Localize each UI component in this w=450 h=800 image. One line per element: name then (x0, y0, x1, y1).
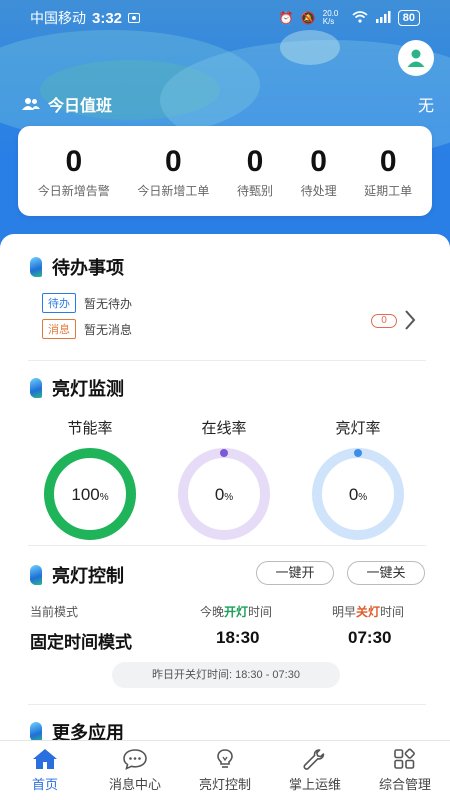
gauge-light-rate[interactable]: 亮灯率 0% (308, 417, 408, 542)
gauge-online-rate[interactable]: 在线率 0% (174, 417, 274, 542)
todo-count-badge: 0 (371, 314, 397, 328)
section-title-text: 亮灯控制 (52, 566, 124, 586)
stat-label: 待甄别 (236, 183, 273, 198)
stat-value: 0 (65, 144, 83, 178)
gauge-ring: 0% (178, 448, 270, 540)
gauge-unit: % (358, 492, 367, 503)
svg-text:100%: 100% (71, 485, 108, 504)
all-on-button[interactable]: 一键开 (256, 561, 334, 585)
yesterday-schedule: 昨日开关灯时间: 18:30 - 07:30 (112, 662, 340, 688)
gauge-ring: 100% (44, 448, 136, 540)
battery-indicator: 80 (397, 10, 420, 26)
leaf-icon (30, 378, 42, 398)
stat-label: 今日新增工单 (137, 183, 210, 198)
alarm-icon: ⏰ (278, 11, 294, 25)
todo-item-message[interactable]: 消息 暂无消息 (42, 319, 132, 339)
user-avatar-button[interactable] (398, 40, 434, 76)
gauge-unit: % (100, 492, 109, 503)
status-bar: 中国移动 3:32 ⏰ 🔕 20.0 K/s 80 (0, 0, 450, 36)
gauge-label: 节能率 (67, 420, 113, 437)
chat-icon (123, 749, 147, 770)
tab-management[interactable]: 综合管理 (360, 741, 450, 800)
bottom-tab-bar: 首页 消息中心 亮灯控制 掌上运维 综合管理 (0, 740, 450, 800)
people-icon (22, 98, 40, 110)
todo-item-pending[interactable]: 待办 暂无待办 (42, 293, 132, 313)
wifi-icon (352, 10, 368, 26)
current-mode-label: 当前模式 (30, 605, 79, 619)
tab-label: 综合管理 (378, 777, 431, 792)
current-mode-value: 固定时间模式 (30, 633, 132, 652)
morning-off-label: 明早关灯时间 (332, 605, 405, 619)
grid-icon (394, 748, 415, 769)
stat-new-alarms[interactable]: 0 今日新增告警 (38, 144, 110, 199)
tab-maintenance[interactable]: 掌上运维 (270, 741, 360, 800)
monitor-section-title: 亮灯监测 (30, 375, 124, 401)
network-speed: 20.0 K/s (322, 9, 339, 26)
todo-section-title: 待办事项 (30, 254, 124, 280)
duty-value: 无 (417, 98, 434, 115)
divider (28, 360, 426, 361)
gauge-value: 0 (349, 485, 358, 504)
tab-label: 掌上运维 (288, 777, 341, 792)
chevron-right-icon[interactable] (404, 309, 416, 336)
wrench-icon (303, 749, 325, 770)
svg-text:0%: 0% (215, 485, 233, 504)
todo-text: 暂无待办 (84, 296, 133, 311)
gauge-ring: 0% (312, 448, 404, 540)
gauge-label: 在线率 (201, 420, 247, 437)
stat-label: 今日新增告警 (37, 183, 110, 198)
stat-new-orders[interactable]: 0 今日新增工单 (137, 144, 209, 199)
home-icon (33, 749, 57, 769)
stats-card: 0 今日新增告警 0 今日新增工单 0 待甄别 0 待处理 0 延期工单 (18, 126, 432, 216)
leaf-icon (30, 257, 42, 277)
signal-icon (375, 10, 391, 26)
leaf-icon (30, 565, 42, 585)
tab-label: 消息中心 (108, 777, 161, 792)
leaf-icon (30, 722, 42, 742)
todo-text: 暂无消息 (84, 322, 133, 337)
tab-label: 亮灯控制 (198, 777, 251, 792)
tonight-on-label: 今晚开灯时间 (200, 605, 273, 619)
tonight-on-time: 18:30 (216, 628, 260, 647)
stat-to-process[interactable]: 0 待处理 (301, 144, 337, 199)
divider (28, 545, 426, 546)
clock: 3:32 (92, 9, 123, 27)
bulb-icon (217, 749, 233, 768)
tag-pending: 待办 (42, 293, 76, 313)
duty-title: 今日值班 (48, 98, 113, 115)
gauge-energy-saving[interactable]: 节能率 100% (40, 417, 140, 542)
gauge-value: 100 (71, 485, 99, 504)
tab-messages[interactable]: 消息中心 (90, 741, 180, 800)
carrier-name: 中国移动 (30, 10, 86, 26)
duty-row[interactable]: 今日值班 无 (22, 92, 434, 116)
tag-message: 消息 (42, 319, 76, 339)
tab-light-control[interactable]: 亮灯控制 (180, 741, 270, 800)
svg-text:0%: 0% (349, 485, 367, 504)
stat-delayed-orders[interactable]: 0 延期工单 (364, 144, 412, 199)
section-title-text: 亮灯监测 (52, 379, 124, 399)
stat-value: 0 (310, 144, 327, 178)
stat-to-identify[interactable]: 0 待甄别 (237, 144, 273, 199)
stat-label: 延期工单 (364, 183, 413, 198)
stat-value: 0 (165, 144, 182, 178)
tab-home[interactable]: 首页 (0, 741, 90, 800)
divider (28, 704, 426, 705)
user-icon (407, 49, 425, 67)
mute-icon: 🔕 (300, 11, 316, 25)
stat-label: 待处理 (300, 183, 337, 198)
section-title-text: 待办事项 (52, 258, 124, 278)
all-off-button[interactable]: 一键关 (347, 561, 425, 585)
gauge-label: 亮灯率 (335, 420, 381, 437)
control-section-title: 亮灯控制 (30, 562, 124, 588)
morning-off-time: 07:30 (348, 628, 392, 647)
tab-label: 首页 (31, 777, 58, 792)
screenshot-icon (128, 10, 141, 26)
gauge-unit: % (224, 492, 233, 503)
stat-value: 0 (246, 144, 264, 178)
stat-value: 0 (379, 144, 397, 178)
gauge-value: 0 (215, 485, 224, 504)
